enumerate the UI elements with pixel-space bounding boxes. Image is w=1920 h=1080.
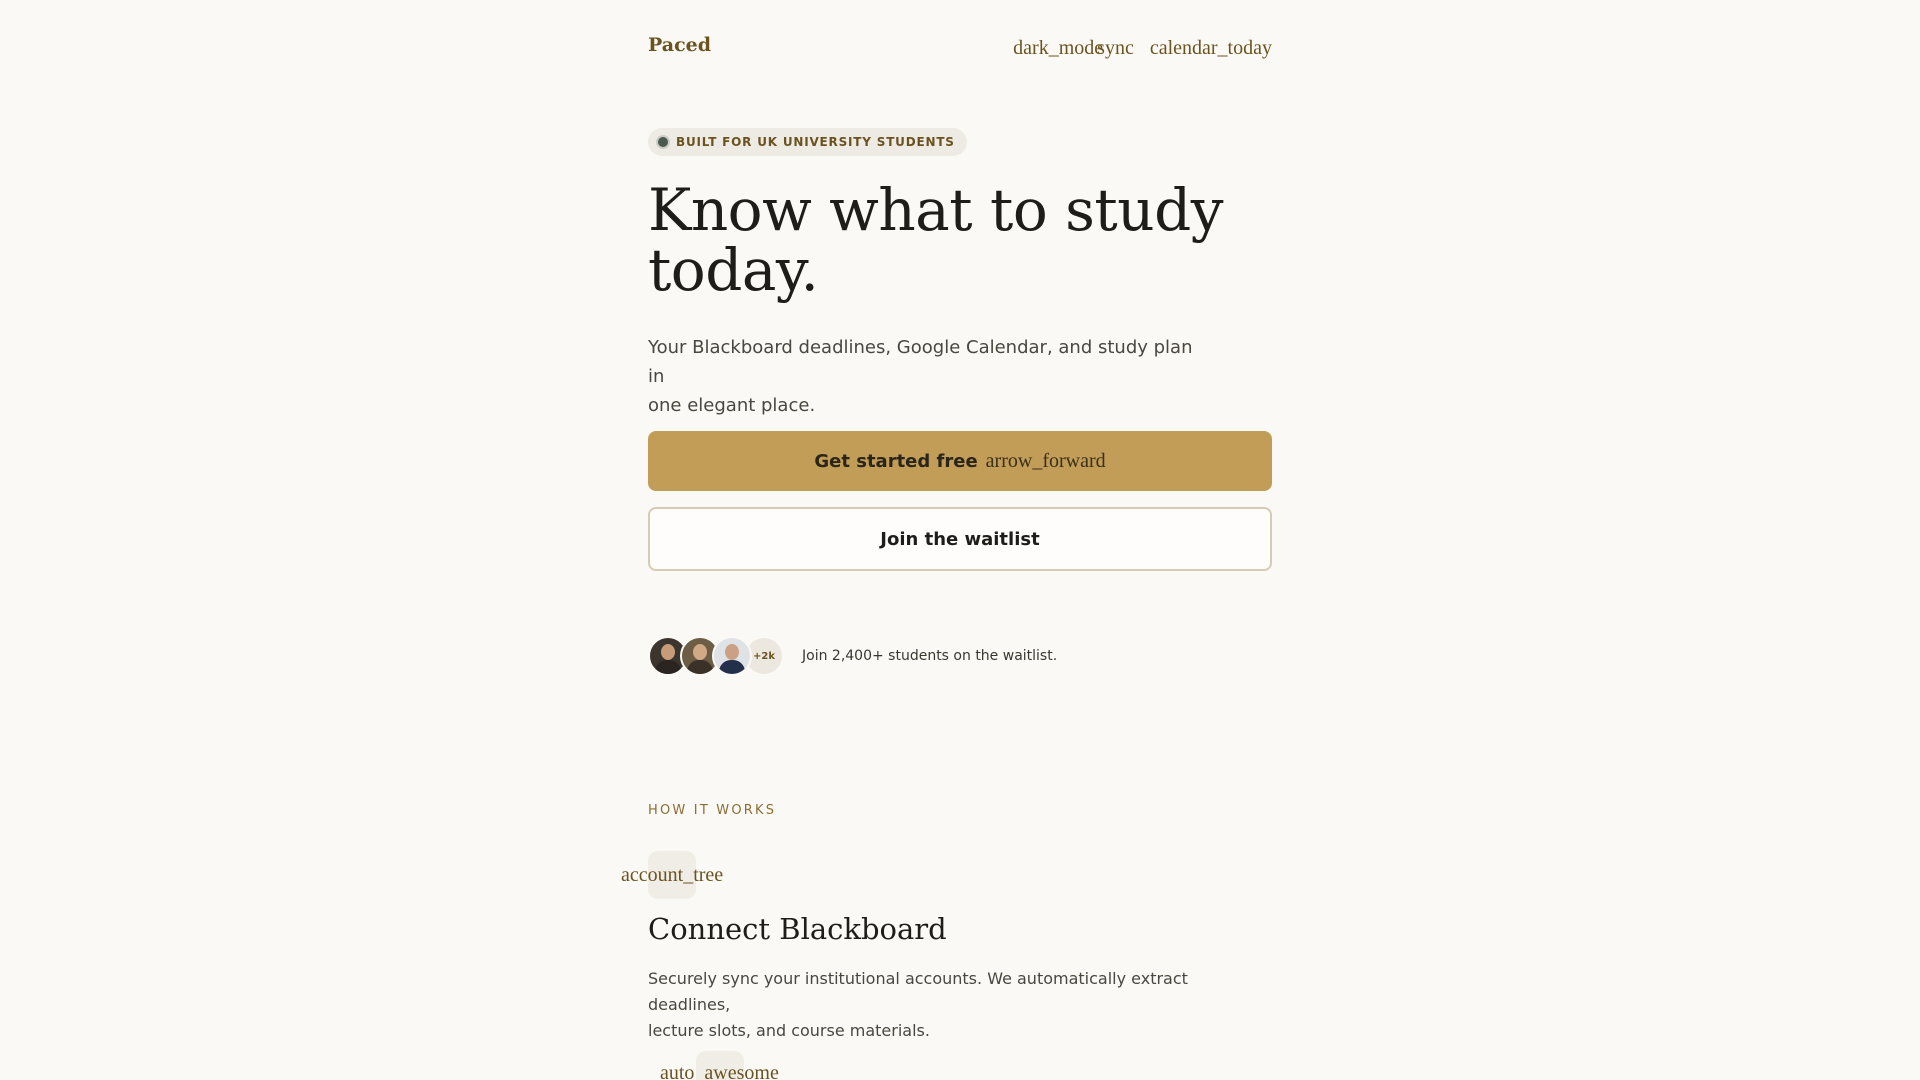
audience-badge: BUILT FOR UK UNIVERSITY STUDENTS — [648, 128, 967, 156]
dark-mode-icon[interactable]: dark_mode — [1013, 37, 1103, 60]
avatar — [712, 636, 752, 676]
logo[interactable]: Paced — [648, 34, 711, 56]
hero-headline: Know what to study today. — [648, 180, 1272, 300]
hero-subtitle: Your Blackboard deadlines, Google Calend… — [648, 333, 1208, 420]
get-started-label: Get started free — [814, 450, 978, 472]
avatar-stack: +2k — [648, 636, 784, 676]
how-it-works-label: HOW IT WORKS — [648, 803, 777, 818]
headline-line-1: Know what to study — [648, 176, 1224, 244]
step-desc-line-2: lecture slots, and course materials. — [648, 1021, 930, 1040]
get-started-button[interactable]: Get started free arrow_forward — [648, 431, 1272, 491]
subtitle-line-1: Your Blackboard deadlines, Google Calend… — [648, 337, 1193, 387]
header-actions: dark_mode sync calendar_today — [1013, 37, 1272, 60]
step-description: Securely sync your institutional account… — [648, 966, 1272, 1044]
social-proof: +2k Join 2,400+ students on the waitlist… — [648, 636, 1057, 676]
sync-icon[interactable]: sync — [1097, 37, 1134, 60]
step-desc-line-1: Securely sync your institutional account… — [648, 969, 1188, 1014]
account-tree-icon: account_tree — [621, 864, 724, 886]
badge-label: BUILT FOR UK UNIVERSITY STUDENTS — [676, 135, 955, 149]
headline-line-2: today. — [648, 236, 819, 304]
landing-page: Paced dark_mode sync calendar_today BUIL… — [0, 0, 1920, 1080]
status-dot-icon — [658, 137, 668, 147]
subtitle-line-2: one elegant place. — [648, 395, 816, 416]
calendar-icon[interactable]: calendar_today — [1150, 37, 1272, 60]
step-title-connect-blackboard: Connect Blackboard — [648, 912, 947, 946]
auto-awesome-icon: auto_awesome — [660, 1062, 779, 1080]
waitlist-count-text: Join 2,400+ students on the waitlist. — [802, 648, 1058, 664]
arrow-forward-icon: arrow_forward — [985, 449, 1106, 472]
join-waitlist-button[interactable]: Join the waitlist — [648, 507, 1272, 571]
